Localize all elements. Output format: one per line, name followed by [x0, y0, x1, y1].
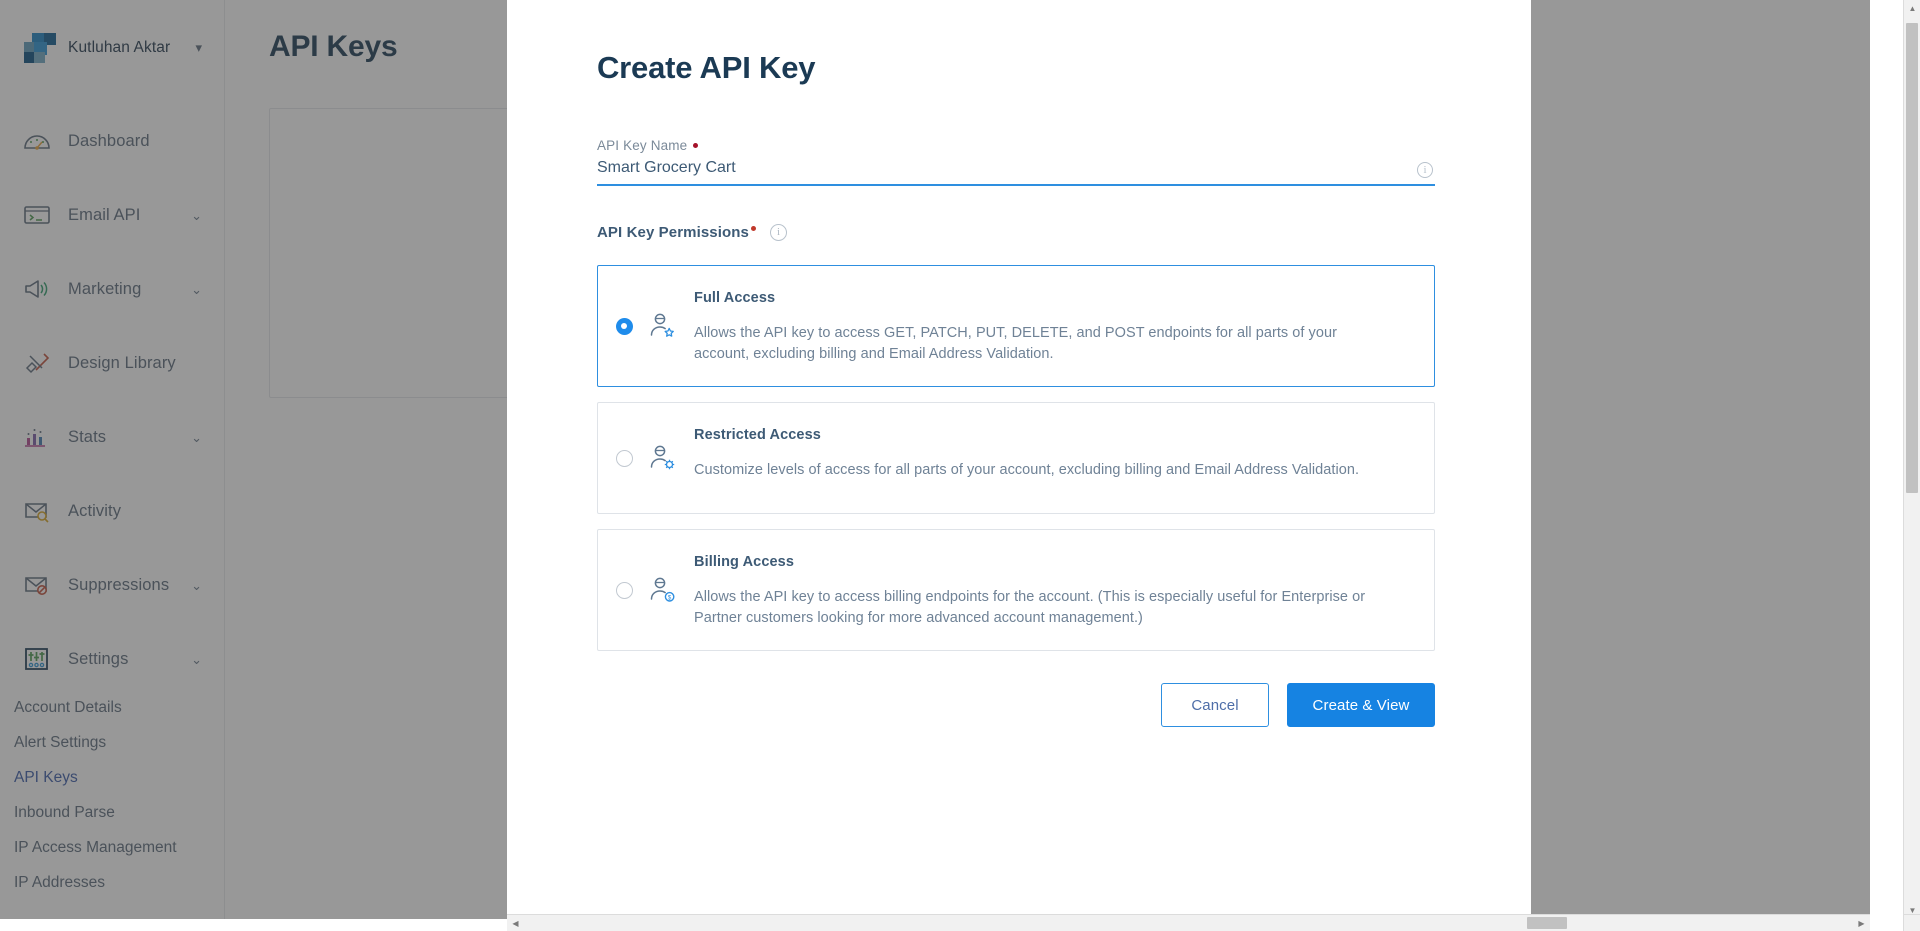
- permission-option-billing-access[interactable]: $ Billing Access Allows the API key to a…: [597, 529, 1435, 652]
- permissions-title: API Key Permissions: [597, 224, 749, 241]
- create-and-view-button[interactable]: Create & View: [1287, 683, 1435, 728]
- permissions-header: API Key Permissions i: [597, 224, 1435, 241]
- permission-options: Full Access Allows the API key to access…: [597, 265, 1435, 652]
- permission-option-full-access[interactable]: Full Access Allows the API key to access…: [597, 265, 1435, 388]
- permission-option-description: Customize levels of access for all parts…: [694, 462, 1360, 479]
- permission-option-title: Restricted Access: [694, 427, 821, 444]
- permission-option-restricted-access[interactable]: Restricted Access Customize levels of ac…: [597, 402, 1435, 515]
- info-icon[interactable]: i: [1417, 162, 1433, 178]
- radio-restricted-access[interactable]: [615, 449, 633, 467]
- vertical-scrollbar[interactable]: ▲ ▼: [1903, 0, 1920, 919]
- permission-option-description: Allows the API key to access billing end…: [694, 589, 1366, 626]
- cancel-button[interactable]: Cancel: [1161, 683, 1269, 728]
- user-gear-icon: [647, 443, 677, 473]
- api-key-name-input[interactable]: [597, 157, 1435, 186]
- scrollbar-corner: [1903, 914, 1920, 931]
- scroll-up-arrow-icon[interactable]: ▲: [1904, 0, 1920, 17]
- permission-option-description: Allows the API key to access GET, PATCH,…: [694, 325, 1337, 362]
- radio-billing-access[interactable]: [615, 581, 633, 599]
- horizontal-scrollbar[interactable]: ◀ ▶: [507, 914, 1870, 931]
- create-api-key-modal: Create API Key API Key Name i API Key Pe…: [507, 0, 1531, 919]
- vertical-scroll-track[interactable]: [1904, 17, 1920, 902]
- modal-actions: Cancel Create & View: [597, 683, 1435, 728]
- permission-option-title: Billing Access: [694, 554, 794, 571]
- scroll-left-arrow-icon[interactable]: ◀: [507, 915, 524, 931]
- modal-title: Create API Key: [597, 50, 816, 85]
- required-indicator: [693, 142, 699, 148]
- api-key-name-field: API Key Name i: [597, 138, 1435, 186]
- user-star-icon: [647, 311, 677, 341]
- required-indicator: [750, 226, 756, 231]
- radio-full-access[interactable]: [615, 317, 633, 335]
- scroll-right-arrow-icon[interactable]: ▶: [1853, 915, 1870, 931]
- horizontal-scroll-thumb[interactable]: [1527, 917, 1567, 929]
- vertical-scroll-thumb[interactable]: [1906, 23, 1918, 493]
- screen: Kutluhan Aktar ▾ Dashboard Email API: [0, 0, 1920, 931]
- user-dollar-icon: $: [647, 575, 677, 605]
- api-key-name-label: API Key Name: [597, 138, 1435, 153]
- permission-option-title: Full Access: [694, 290, 776, 306]
- info-icon[interactable]: i: [769, 224, 787, 241]
